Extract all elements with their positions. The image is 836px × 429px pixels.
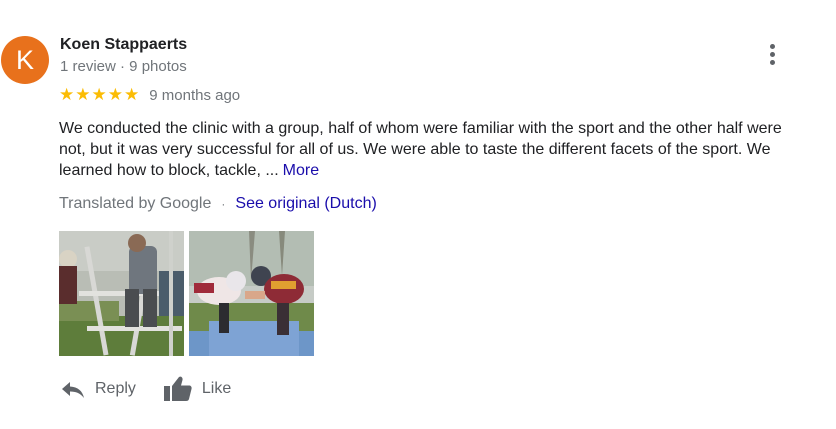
rating-row: ★ ★ ★ ★ ★ 9 months ago — [59, 86, 240, 104]
star-rating: ★ ★ ★ ★ ★ — [59, 86, 139, 104]
star-icon: ★ — [107, 85, 123, 104]
review-photo-2[interactable] — [189, 231, 314, 356]
star-icon: ★ — [124, 85, 140, 104]
reply-button[interactable]: Reply — [61, 379, 136, 399]
star-icon: ★ — [75, 85, 91, 104]
reviewer-meta: 1 review · 9 photos — [60, 58, 187, 75]
photo-strip — [59, 231, 314, 356]
reply-icon — [62, 382, 84, 398]
like-label: Like — [201, 380, 232, 397]
thumbs-up-icon — [163, 376, 192, 401]
menu-dot — [769, 59, 775, 65]
reply-label: Reply — [95, 380, 136, 397]
avatar[interactable]: K — [1, 36, 49, 84]
see-original-link[interactable]: See original (Dutch) — [235, 195, 376, 213]
avatar-initial: K — [15, 44, 34, 75]
more-link[interactable]: More — [283, 162, 319, 179]
more-options-icon[interactable] — [760, 40, 784, 68]
review-card: K Koen Stappaerts 1 review · 9 photos ★ … — [0, 0, 836, 429]
translated-label: Translated by Google — [59, 195, 212, 212]
photo-football-training-icon — [59, 231, 184, 356]
reviewer-name[interactable]: Koen Stappaerts — [60, 36, 187, 54]
review-text: We conducted the clinic with a group, ha… — [59, 118, 799, 181]
translation-row: Translated by Google · See original (Dut… — [59, 195, 377, 213]
star-icon: ★ — [59, 85, 75, 104]
review-photo-1[interactable] — [59, 231, 184, 356]
review-time: 9 months ago — [149, 86, 241, 104]
menu-dot — [769, 43, 775, 49]
review-body: We conducted the clinic with a group, ha… — [59, 120, 782, 179]
menu-dot — [769, 51, 775, 57]
separator: · — [221, 197, 226, 211]
like-button[interactable]: Like — [163, 376, 232, 402]
photo-football-tackle-icon — [189, 231, 314, 356]
review-actions: Reply Like — [61, 376, 231, 402]
star-icon: ★ — [91, 85, 107, 104]
